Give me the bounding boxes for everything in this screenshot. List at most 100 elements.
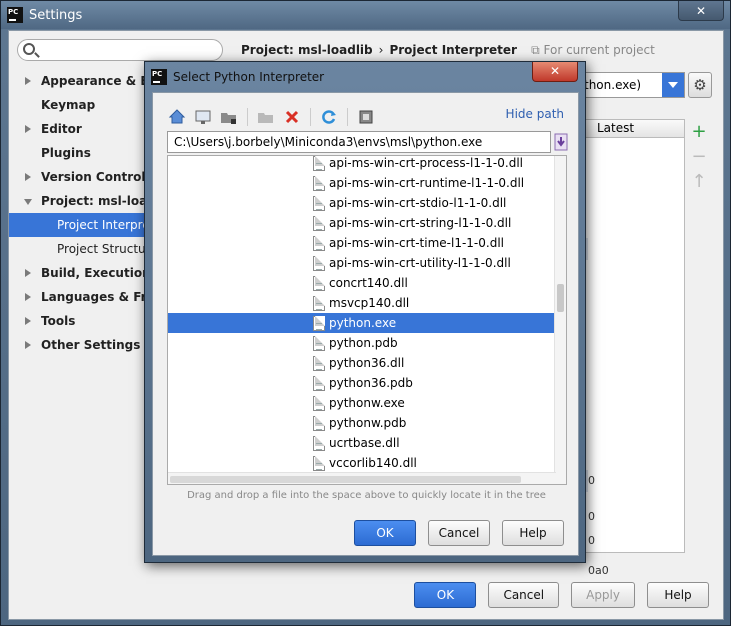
home-icon[interactable] <box>167 107 187 127</box>
apply-button[interactable]: Apply <box>571 582 635 608</box>
packages-table: Latest 0 0 0 0a0 <box>569 119 685 577</box>
file-list-item[interactable]: api-ms-win-crt-stdio-l1-1-0.dll <box>168 193 556 213</box>
chevron-right-icon[interactable] <box>25 269 31 277</box>
add-package-icon[interactable]: + <box>687 119 711 144</box>
delete-icon[interactable] <box>282 107 302 127</box>
file-list-item[interactable]: ucrtbase.dll <box>168 433 556 453</box>
file-tree[interactable]: api-ms-win-crt-process-l1-1-0.dll api-ms-… <box>167 155 567 485</box>
file-icon <box>313 376 325 391</box>
file-icon <box>313 276 325 291</box>
chevron-right-icon[interactable] <box>25 77 31 85</box>
settings-search-input[interactable] <box>17 39 223 61</box>
chevron-right-icon[interactable] <box>25 125 31 133</box>
file-icon <box>313 416 325 431</box>
project-folder-icon[interactable] <box>219 107 239 127</box>
file-list-item[interactable]: api-ms-win-crt-utility-l1-1-0.dll <box>168 253 556 273</box>
chevron-down-icon[interactable] <box>662 73 684 97</box>
latest-version-cell: 0 <box>588 474 595 487</box>
horizontal-scrollbar[interactable] <box>168 472 556 484</box>
file-list-item[interactable]: python36.dll <box>168 353 556 373</box>
file-list-item[interactable]: python.pdb <box>168 333 556 353</box>
file-list-item[interactable]: msvcp140.dll <box>168 293 556 313</box>
remove-package-icon[interactable]: − <box>687 144 711 169</box>
file-icon <box>313 236 325 251</box>
file-name: python.exe <box>329 316 397 330</box>
scrollbar-thumb[interactable] <box>170 476 521 483</box>
file-name: api-ms-win-crt-time-l1-1-0.dll <box>329 236 504 250</box>
desktop-icon[interactable] <box>193 107 213 127</box>
file-list-item[interactable]: api-ms-win-crt-time-l1-1-0.dll <box>168 233 556 253</box>
file-icon <box>313 156 325 171</box>
page-title: Project Interpreter <box>389 43 517 57</box>
file-icon <box>313 336 325 351</box>
scrollbar-thumb[interactable] <box>557 284 564 312</box>
cancel-button[interactable]: Cancel <box>488 582 560 608</box>
pycharm-app-icon: PC <box>151 69 167 85</box>
dialog-help-button[interactable]: Help <box>502 520 564 546</box>
dialog-buttons: OK Cancel Help <box>354 520 564 546</box>
select-interpreter-dialog: PC Select Python Interpreter ✕ Hide path… <box>144 61 586 563</box>
chevron-right-icon[interactable] <box>25 317 31 325</box>
file-list-item[interactable]: concrt140.dll <box>168 273 556 293</box>
path-input[interactable]: C:\Users\j.borbely\Miniconda3\envs\msl\p… <box>167 131 551 153</box>
sidebar-item-label: Project Structure <box>57 242 158 256</box>
file-list-item[interactable]: pythonw.exe <box>168 393 556 413</box>
file-name: api-ms-win-crt-utility-l1-1-0.dll <box>329 256 511 270</box>
gear-icon[interactable]: ⚙ <box>688 72 712 98</box>
download-icon[interactable] <box>554 133 568 151</box>
help-button[interactable]: Help <box>647 582 709 608</box>
scope-note: ⧉ For current project <box>531 43 655 57</box>
new-folder-icon[interactable] <box>256 107 276 127</box>
file-list-item[interactable]: api-ms-win-crt-string-l1-1-0.dll <box>168 213 556 233</box>
file-list-item[interactable]: api-ms-win-crt-runtime-l1-1-0.dll <box>168 173 556 193</box>
sidebar-item-label: Version Control <box>41 170 146 184</box>
file-name: api-ms-win-crt-stdio-l1-1-0.dll <box>329 196 507 210</box>
file-icon <box>313 356 325 371</box>
package-tools: + − ↑ <box>687 119 711 194</box>
file-icon <box>313 256 325 271</box>
file-name: api-ms-win-crt-string-l1-1-0.dll <box>329 216 512 230</box>
show-hidden-icon[interactable] <box>356 107 376 127</box>
sidebar-item-label: Tools <box>41 314 76 328</box>
file-name: concrt140.dll <box>329 276 408 290</box>
column-header-latest[interactable]: Latest <box>570 120 684 138</box>
scope-note-text: For current project <box>543 43 655 57</box>
file-name: python.pdb <box>329 336 398 350</box>
copy-icon: ⧉ <box>531 43 544 57</box>
ok-button[interactable]: OK <box>414 582 477 608</box>
file-list-item[interactable]: python.exe <box>168 313 556 333</box>
dialog-title: Select Python Interpreter <box>173 70 325 84</box>
breadcrumb-project: Project: msl-loadlib <box>241 43 373 57</box>
file-icon <box>313 396 325 411</box>
chevron-right-icon[interactable] <box>25 173 31 181</box>
latest-version-cell: 0 <box>588 510 595 523</box>
chevron-right-icon[interactable] <box>25 341 31 349</box>
settings-close-button[interactable]: ✕ <box>678 1 724 21</box>
file-name: vccorlib140.dll <box>329 456 417 470</box>
file-list-item[interactable]: pythonw.pdb <box>168 413 556 433</box>
settings-title-bar[interactable]: PC Settings ✕ <box>1 1 730 29</box>
project-interpreter-select[interactable]: thon.exe) <box>569 72 685 98</box>
chevron-down-icon[interactable] <box>24 199 32 209</box>
interpreter-select-value: thon.exe) <box>584 78 642 92</box>
sidebar-item-label: Keymap <box>41 98 96 112</box>
dialog-title-bar[interactable]: PC Select Python Interpreter <box>151 66 585 88</box>
vertical-scrollbar[interactable] <box>554 156 566 484</box>
latest-version-cell: 0 <box>588 534 595 547</box>
file-list-item[interactable]: vccorlib140.dll <box>168 453 556 473</box>
dialog-cancel-button[interactable]: Cancel <box>428 520 490 546</box>
hide-path-link[interactable]: Hide path <box>506 107 564 121</box>
file-list-item[interactable]: api-ms-win-crt-process-l1-1-0.dll <box>168 156 556 173</box>
pycharm-app-icon: PC <box>7 7 23 23</box>
file-icon <box>313 176 325 191</box>
file-list-item[interactable]: python36.pdb <box>168 373 556 393</box>
settings-buttons: OK Cancel Apply Help <box>414 582 709 608</box>
dialog-ok-button[interactable]: OK <box>354 520 416 546</box>
file-icon <box>313 196 325 211</box>
sidebar-item-label: Plugins <box>41 146 91 160</box>
chevron-right-icon[interactable] <box>25 293 31 301</box>
file-chooser-toolbar <box>167 107 376 127</box>
refresh-icon[interactable] <box>319 107 339 127</box>
upgrade-package-icon[interactable]: ↑ <box>687 169 711 194</box>
dialog-close-button[interactable]: ✕ <box>532 62 578 82</box>
